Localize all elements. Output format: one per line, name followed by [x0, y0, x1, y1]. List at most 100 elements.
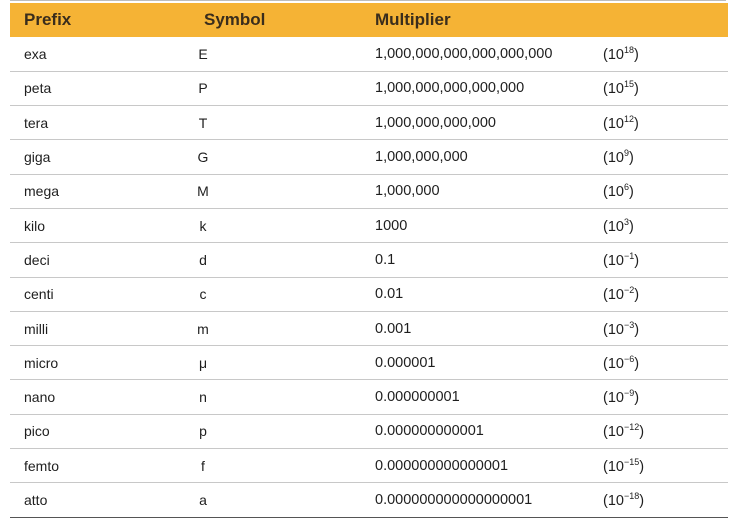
symbol-cell: p: [194, 414, 375, 450]
multiplier-cell: 1,000,000: [375, 174, 603, 209]
power-close: ): [634, 287, 640, 304]
power-base: (10: [603, 184, 624, 201]
power-of-ten-cell: (10−15): [603, 448, 728, 484]
power-of-ten-cell: (10−2): [603, 277, 728, 312]
prefix-cell: micro: [10, 345, 194, 381]
table-row: femto f 0.000000000000001 (10−15): [10, 448, 728, 484]
power-base: (10: [603, 458, 624, 475]
power-close: ): [639, 424, 645, 441]
multiplier-cell: 1,000,000,000,000: [375, 105, 603, 141]
symbol-cell: c: [194, 277, 375, 312]
symbol-cell: k: [194, 208, 375, 244]
symbol-text: M: [197, 183, 209, 200]
power-base: (10: [603, 81, 624, 98]
power-close: ): [634, 390, 640, 407]
power-base: (10: [603, 493, 624, 509]
table-row: exa E 1,000,000,000,000,000,000 (1018): [10, 37, 728, 72]
power-close: ): [628, 150, 634, 167]
table-row: peta P 1,000,000,000,000,000 (1015): [10, 71, 728, 107]
power-close: ): [633, 81, 639, 98]
table-row: centi c 0.01 (10−2): [10, 277, 728, 312]
symbol-cell: f: [194, 448, 375, 484]
symbol-text: G: [197, 149, 209, 166]
table-row: mega M 1,000,000 (106): [10, 174, 728, 209]
multiplier-cell: 0.01: [375, 277, 603, 312]
symbol-cell: M: [194, 174, 375, 209]
multiplier-cell: 0.1: [375, 242, 603, 278]
symbol-cell: n: [194, 379, 375, 415]
table-row: atto a 0.000000000000000001 (10−18): [10, 482, 728, 518]
symbol-text: μ: [198, 354, 208, 371]
symbol-text: a: [199, 492, 207, 508]
power-close: ): [639, 493, 645, 509]
power-base: (10: [603, 115, 624, 132]
symbol-text: p: [199, 423, 207, 440]
power-of-ten-cell: (10−6): [603, 345, 728, 381]
power-close: ): [633, 46, 639, 63]
power-exponent: −18: [623, 491, 640, 501]
power-close: ): [634, 355, 640, 372]
header-multiplier: Multiplier: [375, 10, 451, 29]
power-exponent: 12: [623, 113, 634, 124]
table-row: nano n 0.000000001 (10−9): [10, 379, 728, 415]
prefix-cell: nano: [10, 379, 194, 415]
prefix-cell: centi: [10, 277, 194, 312]
prefix-cell: femto: [10, 448, 194, 484]
table-row: giga G 1,000,000,000 (109): [10, 139, 728, 175]
symbol-cell: E: [194, 37, 375, 72]
symbol-text: n: [199, 389, 207, 406]
header-row: Prefix Symbol Multiplier: [10, 3, 728, 37]
symbol-cell: a: [194, 482, 375, 518]
prefix-cell: mega: [10, 174, 194, 209]
prefix-cell: milli: [10, 311, 194, 347]
power-base: (10: [603, 218, 624, 235]
power-base: (10: [603, 424, 624, 441]
power-of-ten-cell: (10−3): [603, 311, 728, 347]
table-row: milli m 0.001 (10−3): [10, 311, 728, 347]
power-of-ten-cell: (103): [603, 208, 728, 244]
symbol-text: c: [199, 286, 207, 303]
symbol-text: k: [199, 217, 207, 234]
table-body: exa E 1,000,000,000,000,000,000 (1018) peta P…: [10, 37, 728, 518]
power-of-ten-cell: (106): [603, 174, 728, 209]
multiplier-cell: 1,000,000,000,000,000,000: [375, 37, 603, 72]
power-base: (10: [603, 321, 624, 338]
power-close: ): [634, 252, 640, 269]
power-exponent: 15: [623, 79, 634, 90]
table-header: Prefix Symbol Multiplier: [10, 3, 728, 37]
power-exponent: −9: [623, 388, 635, 399]
multiplier-cell: 1,000,000,000,000,000: [375, 71, 603, 107]
symbol-text: P: [198, 80, 208, 97]
symbol-text: f: [201, 457, 205, 474]
power-of-ten-cell: (10−12): [603, 414, 728, 450]
power-exponent: −3: [623, 319, 635, 330]
symbol-text: E: [198, 45, 208, 62]
symbol-cell: μ: [194, 345, 375, 381]
symbol-cell: d: [194, 242, 375, 278]
power-of-ten-cell: (10−18): [603, 482, 728, 518]
table-row: deci d 0.1 (10−1): [10, 242, 728, 278]
power-base: (10: [603, 390, 624, 407]
power-exponent: −12: [623, 422, 640, 433]
multiplier-cell: 0.000000000001: [375, 414, 603, 450]
power-exponent: −1: [623, 250, 635, 261]
prefix-cell: giga: [10, 139, 194, 175]
prefix-cell: kilo: [10, 208, 194, 244]
power-close: ): [634, 321, 640, 338]
power-exponent: −6: [623, 353, 635, 364]
power-close: ): [633, 115, 639, 132]
power-exponent: −15: [623, 456, 640, 467]
power-close: ): [639, 458, 645, 475]
prefix-cell: peta: [10, 71, 194, 107]
power-base: (10: [603, 252, 624, 269]
power-close: ): [628, 184, 634, 201]
symbol-text: m: [197, 320, 209, 337]
header-prefix: Prefix: [24, 10, 72, 29]
power-base: (10: [603, 287, 624, 304]
symbol-cell: P: [194, 71, 375, 107]
top-rule: [10, 0, 726, 1]
power-close: ): [628, 218, 634, 235]
prefix-cell: atto: [10, 482, 194, 518]
power-base: (10: [603, 355, 624, 372]
prefix-cell: deci: [10, 242, 194, 278]
